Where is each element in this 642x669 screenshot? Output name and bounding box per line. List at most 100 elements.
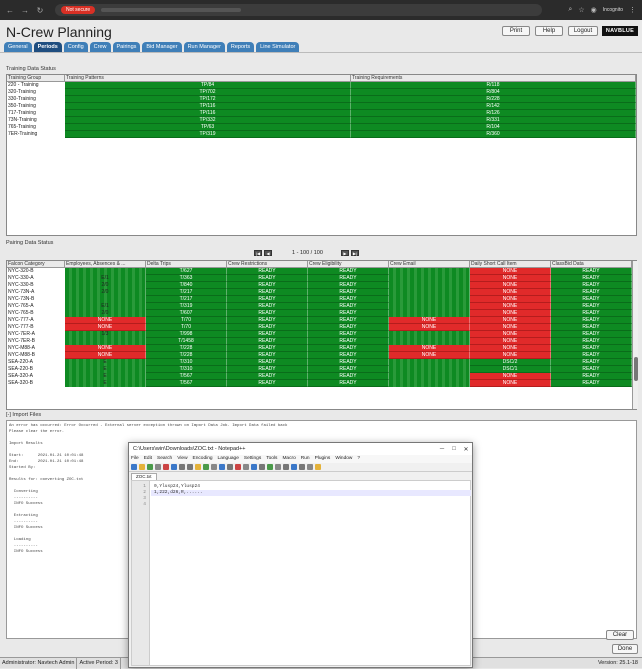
- status-cell[interactable]: R/126: [351, 110, 636, 117]
- eligibility-cell[interactable]: READY: [308, 303, 389, 310]
- table-row[interactable]: NYC-330-A E/1 T/363 READY READY NONE READY: [7, 275, 636, 282]
- trips-cell[interactable]: T/217: [146, 296, 227, 303]
- short-call-cell[interactable]: NONE: [470, 282, 551, 289]
- employees-cell[interactable]: E/1: [65, 303, 146, 310]
- classbid-cell[interactable]: READY: [551, 366, 632, 373]
- import-section-toggle[interactable]: [-] Import Files: [6, 412, 41, 418]
- menu-file[interactable]: File: [131, 455, 139, 463]
- menu-view[interactable]: View: [177, 455, 187, 463]
- toolbar-tool-icon[interactable]: [259, 464, 265, 470]
- eligibility-cell[interactable]: READY: [308, 282, 389, 289]
- table-row[interactable]: NYC-73N-A 2/0 T/217 READY READY NONE READY: [7, 289, 636, 296]
- table-row[interactable]: 717-Training TP/116 R/126: [7, 110, 636, 117]
- toolbar-tool-icon[interactable]: [187, 464, 193, 470]
- status-cell[interactable]: TP/319: [65, 131, 351, 138]
- restrictions-cell[interactable]: READY: [227, 317, 308, 324]
- browser-menu-icon[interactable]: ⋮: [629, 6, 636, 14]
- restrictions-cell[interactable]: READY: [227, 345, 308, 352]
- column-header[interactable]: Crew Restrictions: [227, 261, 308, 268]
- trips-cell[interactable]: T/228: [146, 352, 227, 359]
- restrictions-cell[interactable]: READY: [227, 373, 308, 380]
- menu-search[interactable]: Search: [157, 455, 172, 463]
- restrictions-cell[interactable]: READY: [227, 303, 308, 310]
- employees-cell[interactable]: 2/0: [65, 289, 146, 296]
- short-call-cell[interactable]: NONE: [470, 380, 551, 387]
- trips-cell[interactable]: T/627: [146, 268, 227, 275]
- toolbar-tool-icon[interactable]: [291, 464, 297, 470]
- column-header[interactable]: Delta Trips: [146, 261, 227, 268]
- toolbar-tool-icon[interactable]: [131, 464, 137, 470]
- table-row[interactable]: 7ER-Training TP/319 R/360: [7, 131, 636, 138]
- email-cell[interactable]: [389, 366, 470, 373]
- restrictions-cell[interactable]: READY: [227, 338, 308, 345]
- restrictions-cell[interactable]: READY: [227, 331, 308, 338]
- email-cell[interactable]: [389, 303, 470, 310]
- employees-cell[interactable]: [65, 296, 146, 303]
- logout-button[interactable]: Logout: [568, 26, 598, 36]
- toolbar-tool-icon[interactable]: [155, 464, 161, 470]
- table-row[interactable]: SEA-220-B E T/310 READY READY DSC/1 READY: [7, 366, 636, 373]
- employees-cell[interactable]: E: [65, 359, 146, 366]
- employees-cell[interactable]: NONE: [65, 345, 146, 352]
- trips-cell[interactable]: T/998: [146, 331, 227, 338]
- menu-plugins[interactable]: Plugins: [315, 455, 331, 463]
- toolbar-tool-icon[interactable]: [227, 464, 233, 470]
- toolbar-tool-icon[interactable]: [315, 464, 321, 470]
- short-call-cell[interactable]: NONE: [470, 303, 551, 310]
- short-call-cell[interactable]: DSC/2: [470, 359, 551, 366]
- classbid-cell[interactable]: READY: [551, 310, 632, 317]
- table-row[interactable]: NYC-M88-A NONE T/228 READY READY NONE NONE READ…: [7, 345, 636, 352]
- tab-periods[interactable]: Periods: [33, 42, 62, 52]
- column-header[interactable]: Crew Eligibility: [308, 261, 389, 268]
- status-cell[interactable]: R/104: [351, 124, 636, 131]
- column-header[interactable]: Training Patterns: [65, 75, 351, 82]
- print-button[interactable]: Print: [502, 26, 530, 36]
- short-call-cell[interactable]: NONE: [470, 352, 551, 359]
- short-call-cell[interactable]: NONE: [470, 373, 551, 380]
- table-row[interactable]: 765-Training TP/63 R/104: [7, 124, 636, 131]
- status-cell[interactable]: R/118: [351, 82, 636, 89]
- tab-bid-manager[interactable]: Bid Manager: [142, 42, 182, 52]
- short-call-cell[interactable]: NONE: [470, 317, 551, 324]
- toolbar-tool-icon[interactable]: [219, 464, 225, 470]
- maximize-icon[interactable]: □: [448, 446, 460, 453]
- done-button[interactable]: Done: [612, 644, 638, 654]
- email-cell[interactable]: NONE: [389, 345, 470, 352]
- column-header[interactable]: Falcon Category: [7, 261, 65, 268]
- eligibility-cell[interactable]: READY: [308, 373, 389, 380]
- classbid-cell[interactable]: READY: [551, 345, 632, 352]
- trips-cell[interactable]: T/70: [146, 324, 227, 331]
- close-icon[interactable]: ✕: [460, 446, 472, 453]
- email-cell[interactable]: [389, 268, 470, 275]
- trips-cell[interactable]: T/310: [146, 359, 227, 366]
- toolbar-tool-icon[interactable]: [195, 464, 201, 470]
- column-header[interactable]: Daily Short Call Item: [470, 261, 551, 268]
- short-call-cell[interactable]: NONE: [470, 275, 551, 282]
- email-cell[interactable]: [389, 310, 470, 317]
- table-row[interactable]: 73N-Training TP/332 R/331: [7, 117, 636, 124]
- table-row[interactable]: NYC-330-B 2/0 T/840 READY READY NONE READY: [7, 282, 636, 289]
- email-cell[interactable]: [389, 282, 470, 289]
- restrictions-cell[interactable]: READY: [227, 310, 308, 317]
- short-call-cell[interactable]: DSC/1: [470, 366, 551, 373]
- table-row[interactable]: 220 - Training TP/84 R/118: [7, 82, 636, 89]
- status-cell[interactable]: R/804: [351, 89, 636, 96]
- toolbar-tool-icon[interactable]: [307, 464, 313, 470]
- trips-cell[interactable]: T/217: [146, 289, 227, 296]
- notepad-editor[interactable]: 1 0,Ylusp24,Ylusp24 2 1,222,d26,R,...... 3 4: [131, 480, 471, 666]
- email-cell[interactable]: [389, 338, 470, 345]
- classbid-cell[interactable]: READY: [551, 373, 632, 380]
- menu-settings[interactable]: Settings: [244, 455, 261, 463]
- pairing-scrollbar[interactable]: [632, 261, 638, 409]
- code-line[interactable]: 1,222,d26,R,......: [154, 490, 203, 495]
- toolbar-tool-icon[interactable]: [163, 464, 169, 470]
- restrictions-cell[interactable]: READY: [227, 282, 308, 289]
- restrictions-cell[interactable]: READY: [227, 352, 308, 359]
- eligibility-cell[interactable]: READY: [308, 331, 389, 338]
- employees-cell[interactable]: E: [65, 373, 146, 380]
- forward-icon[interactable]: →: [21, 6, 29, 15]
- status-cell[interactable]: TP/702: [65, 89, 351, 96]
- short-call-cell[interactable]: NONE: [470, 310, 551, 317]
- tab-config[interactable]: Config: [63, 42, 88, 52]
- tab-crew[interactable]: Crew: [89, 42, 111, 52]
